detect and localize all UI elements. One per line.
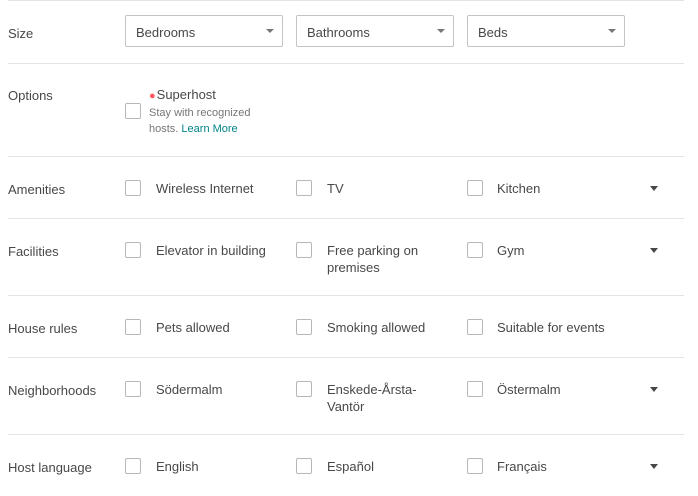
host-language-expand-icon[interactable] xyxy=(650,464,658,469)
bathrooms-select-value: Bathrooms xyxy=(307,25,370,40)
learn-more-link[interactable]: Learn More xyxy=(181,123,237,135)
amenities-label: Amenities xyxy=(8,182,66,197)
language-label-espanol: Español xyxy=(327,459,374,474)
divider xyxy=(8,434,684,435)
language-checkbox-espanol[interactable] xyxy=(296,458,312,474)
host-language-label: Host language xyxy=(8,460,92,475)
facility-label-free-parking: Free parking on premises xyxy=(327,243,419,275)
superhost-checkbox[interactable] xyxy=(125,103,141,119)
facility-checkbox-free-parking[interactable] xyxy=(296,242,312,258)
bedrooms-select-value: Bedrooms xyxy=(136,25,196,40)
superhost-badge-icon: ● xyxy=(149,90,156,102)
house-rule-label-events: Suitable for events xyxy=(497,320,605,335)
facilities-label: Facilities xyxy=(8,244,59,259)
house-rules-label: House rules xyxy=(8,321,78,336)
amenity-label-wireless-internet: Wireless Internet xyxy=(156,181,254,196)
facility-checkbox-elevator[interactable] xyxy=(125,242,141,258)
neighborhood-checkbox-ostermalm[interactable] xyxy=(467,381,483,397)
beds-select-value: Beds xyxy=(478,25,508,40)
neighborhood-checkbox-enskede[interactable] xyxy=(296,381,312,397)
divider xyxy=(8,0,684,1)
beds-select[interactable]: Beds xyxy=(467,15,625,47)
language-label-english: English xyxy=(156,459,199,474)
options-label: Options xyxy=(8,88,53,103)
size-label: Size xyxy=(8,26,34,41)
amenity-label-kitchen: Kitchen xyxy=(497,181,541,196)
neighborhood-label-sodermalm: Södermalm xyxy=(156,382,223,397)
divider xyxy=(8,63,684,64)
amenity-checkbox-kitchen[interactable] xyxy=(467,180,483,196)
neighborhood-checkbox-sodermalm[interactable] xyxy=(125,381,141,397)
amenities-expand-icon[interactable] xyxy=(650,186,658,191)
bedrooms-select[interactable]: Bedrooms xyxy=(125,15,283,47)
house-rule-checkbox-events[interactable] xyxy=(467,319,483,335)
neighborhoods-label: Neighborhoods xyxy=(8,383,97,398)
divider xyxy=(8,218,684,219)
divider xyxy=(8,357,684,358)
facility-label-gym: Gym xyxy=(497,243,525,258)
facility-label-elevator: Elevator in building xyxy=(156,243,266,258)
divider xyxy=(8,156,684,157)
amenity-checkbox-tv[interactable] xyxy=(296,180,312,196)
facility-checkbox-gym[interactable] xyxy=(467,242,483,258)
language-checkbox-francais[interactable] xyxy=(467,458,483,474)
superhost-title: ●Superhost xyxy=(149,87,216,102)
chevron-down-icon xyxy=(608,29,616,33)
superhost-description: Stay with recognized hosts. Learn More xyxy=(149,105,269,137)
house-rule-checkbox-pets[interactable] xyxy=(125,319,141,335)
amenity-label-tv: TV xyxy=(327,181,344,196)
language-label-francais: Français xyxy=(497,459,547,474)
chevron-down-icon xyxy=(266,29,274,33)
bathrooms-select[interactable]: Bathrooms xyxy=(296,15,454,47)
neighborhood-label-enskede: Enskede-Årsta-Vantör xyxy=(327,382,417,414)
house-rule-label-smoking: Smoking allowed xyxy=(327,320,426,335)
chevron-down-icon xyxy=(437,29,445,33)
house-rule-label-pets: Pets allowed xyxy=(156,320,230,335)
facilities-expand-icon[interactable] xyxy=(650,248,658,253)
house-rule-checkbox-smoking[interactable] xyxy=(296,319,312,335)
superhost-title-text: Superhost xyxy=(156,87,216,102)
divider xyxy=(8,295,684,296)
language-checkbox-english[interactable] xyxy=(125,458,141,474)
neighborhoods-expand-icon[interactable] xyxy=(650,387,658,392)
amenity-checkbox-wireless-internet[interactable] xyxy=(125,180,141,196)
neighborhood-label-ostermalm: Östermalm xyxy=(497,382,561,397)
